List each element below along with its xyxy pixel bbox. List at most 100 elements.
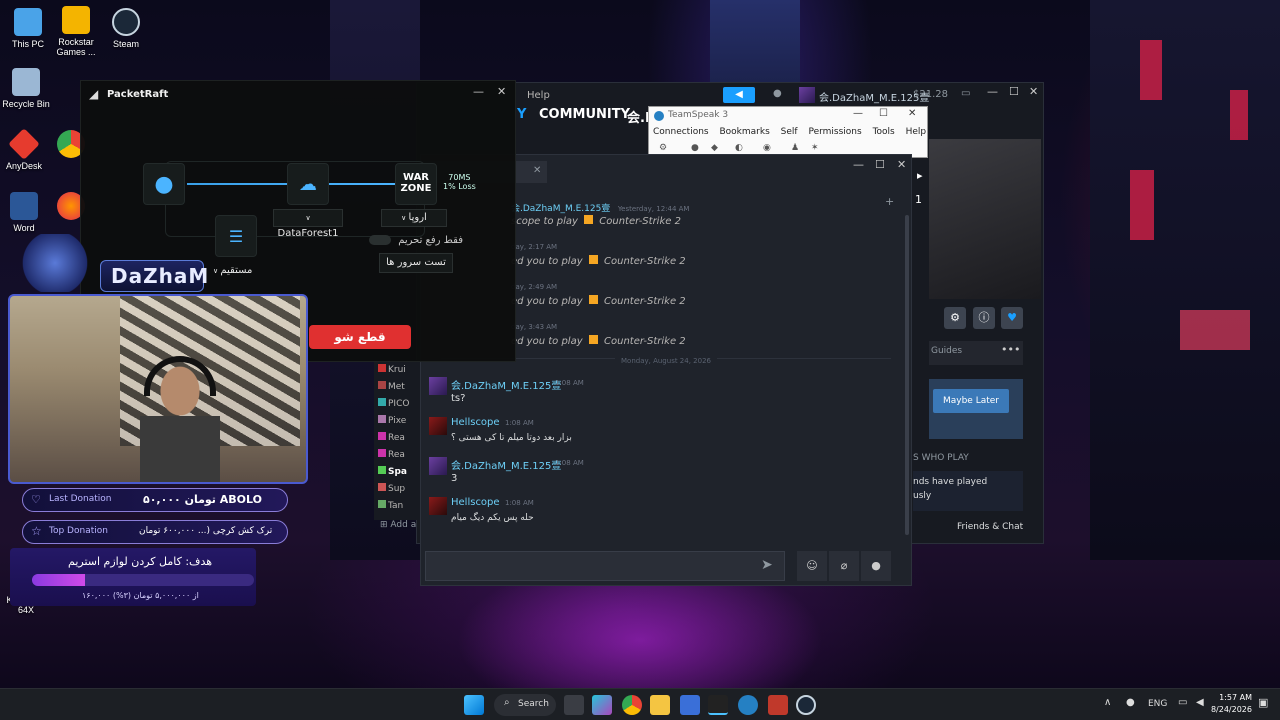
- sanction-toggle[interactable]: فقط رفع تحریم: [369, 235, 463, 246]
- desktop-icon-steam[interactable]: Steam: [98, 8, 154, 49]
- steam-icon[interactable]: [796, 695, 816, 715]
- announcement-button[interactable]: ◀: [723, 87, 755, 103]
- voice-button[interactable]: ●: [861, 551, 891, 581]
- connect-icon[interactable]: ⚙: [659, 143, 667, 153]
- close-icon[interactable]: ✕: [497, 85, 506, 98]
- tab-community[interactable]: COMMUNITY: [539, 107, 630, 122]
- list-item[interactable]: Rea: [378, 432, 405, 443]
- avatar[interactable]: [429, 377, 447, 395]
- more-icon[interactable]: •••: [1001, 343, 1020, 356]
- friends-chat-button[interactable]: Friends & Chat: [957, 519, 1043, 535]
- tab-library-partial[interactable]: Y: [517, 107, 526, 122]
- menu-permissions[interactable]: Permissions: [808, 127, 861, 137]
- language-indicator[interactable]: ENG: [1148, 699, 1167, 709]
- settings-button[interactable]: ⚙: [944, 307, 966, 329]
- desktop-icon-word[interactable]: Word: [0, 192, 52, 233]
- clock[interactable]: 1:57 AM 8/24/2026: [1208, 692, 1252, 716]
- teamspeak-icon[interactable]: [738, 695, 758, 715]
- disconnect-button[interactable]: قطع شو: [309, 325, 411, 349]
- teamspeak-window[interactable]: TeamSpeak 3 — ☐ ✕ Connections Bookmarks …: [648, 106, 928, 158]
- maximize-icon[interactable]: ☐: [875, 158, 885, 171]
- menu-tools[interactable]: Tools: [873, 127, 895, 137]
- chrome-icon[interactable]: [622, 695, 642, 715]
- copilot-icon[interactable]: [592, 695, 612, 715]
- packetraft-icon[interactable]: [708, 695, 728, 715]
- obs-icon[interactable]: [768, 695, 788, 715]
- list-item[interactable]: Tan: [378, 500, 403, 511]
- attach-button[interactable]: ⌀: [829, 551, 859, 581]
- big-picture-icon[interactable]: ▭: [961, 88, 970, 99]
- send-button[interactable]: ➤: [761, 557, 773, 573]
- close-icon[interactable]: ✕: [908, 108, 916, 119]
- chevron-up-icon[interactable]: ∧: [1104, 697, 1111, 708]
- notification-icon[interactable]: ▣: [1258, 696, 1268, 709]
- list-item[interactable]: Met: [378, 381, 405, 392]
- avatar[interactable]: [429, 417, 447, 435]
- guides-tab[interactable]: Guides •••: [929, 341, 1023, 365]
- desktop-icon-recycle-bin[interactable]: Recycle Bin: [0, 68, 54, 109]
- menu-bookmarks[interactable]: Bookmarks: [720, 127, 770, 137]
- maybe-later-button[interactable]: Maybe Later: [933, 389, 1009, 413]
- favorite-button[interactable]: ♥: [1001, 307, 1023, 329]
- mode-select[interactable]: ∨ مستقیم: [213, 265, 252, 276]
- network-icon[interactable]: ▭: [1178, 697, 1187, 708]
- minimize-icon[interactable]: —: [473, 85, 484, 98]
- avatar[interactable]: [799, 87, 815, 103]
- microphone-icon[interactable]: ●: [1126, 697, 1135, 708]
- list-item[interactable]: Sup: [378, 483, 405, 494]
- list-item[interactable]: PICO: [378, 398, 409, 409]
- windows-start-icon[interactable]: [464, 695, 484, 715]
- desktop-icon-rockstar[interactable]: Rockstar Games ...: [48, 6, 104, 57]
- avatar[interactable]: [429, 457, 447, 475]
- speaker-icon[interactable]: ◆: [711, 143, 718, 153]
- message-author[interactable]: Hellscope: [451, 417, 500, 428]
- volume-icon[interactable]: ◀: [1196, 697, 1204, 708]
- add-game-button[interactable]: ⊞ Add a: [380, 520, 416, 530]
- taskbar-search[interactable]: ⌕ Search: [494, 694, 556, 716]
- menu-self[interactable]: Self: [781, 127, 798, 137]
- list-item[interactable]: Spa: [378, 466, 407, 477]
- bell-icon[interactable]: ●: [773, 88, 782, 99]
- chevron-right-icon[interactable]: ▸: [917, 169, 923, 182]
- game-invite[interactable]: ed you to play Counter-Strike 2: [511, 255, 686, 267]
- list-item[interactable]: Rea: [378, 449, 405, 460]
- region-select[interactable]: ∨ اروپا: [381, 209, 447, 227]
- steam-menu-help[interactable]: Help: [527, 90, 550, 101]
- game-invite[interactable]: ed you to play Counter-Strike 2: [511, 295, 686, 307]
- message-author[interactable]: 会.DaZhaM_M.E.125壹: [451, 377, 561, 392]
- minimize-icon[interactable]: —: [987, 85, 998, 98]
- list-item[interactable]: Krui: [378, 364, 406, 375]
- close-icon[interactable]: ✕: [897, 158, 906, 171]
- away-icon[interactable]: ◐: [735, 143, 743, 153]
- desktop-icon-anydesk[interactable]: AnyDesk: [0, 128, 52, 171]
- minimize-icon[interactable]: —: [853, 158, 864, 171]
- add-friend-icon[interactable]: +: [885, 195, 894, 208]
- menu-connections[interactable]: Connections: [653, 127, 709, 137]
- minimize-icon[interactable]: —: [853, 108, 863, 119]
- ban-icon[interactable]: ✶: [811, 143, 819, 153]
- message-author[interactable]: Hellscope: [451, 497, 500, 508]
- chat-scrollbar[interactable]: [905, 215, 909, 535]
- message-author[interactable]: 会.DaZhaM_M.E.125壹: [451, 457, 561, 472]
- info-button[interactable]: ⓘ: [973, 307, 995, 329]
- chat-input[interactable]: [425, 551, 785, 581]
- close-tab-icon[interactable]: ✕: [533, 165, 541, 176]
- store-icon[interactable]: [680, 695, 700, 715]
- list-item[interactable]: Pixe: [378, 415, 406, 426]
- server-select[interactable]: ∨ DataForest1: [273, 209, 343, 239]
- toggle-switch[interactable]: [369, 235, 391, 245]
- menu-help[interactable]: Help: [906, 127, 927, 137]
- users-icon[interactable]: ♟: [791, 143, 799, 153]
- game-invite[interactable]: scope to play Counter-Strike 2: [511, 215, 681, 227]
- avatar[interactable]: [429, 497, 447, 515]
- maximize-icon[interactable]: ☐: [1009, 85, 1019, 98]
- file-explorer-icon[interactable]: [650, 695, 670, 715]
- game-invite[interactable]: ed you to play Counter-Strike 2: [511, 335, 686, 347]
- emoji-button[interactable]: ☺: [797, 551, 827, 581]
- close-icon[interactable]: ✕: [1029, 85, 1038, 98]
- task-view-icon[interactable]: [564, 695, 584, 715]
- microphone-icon[interactable]: ●: [691, 143, 699, 153]
- message-author[interactable]: 会.DaZhaM_M.E.125壹: [511, 204, 610, 214]
- maximize-icon[interactable]: ☐: [879, 108, 888, 119]
- test-servers-button[interactable]: تست سرور ها: [379, 253, 453, 273]
